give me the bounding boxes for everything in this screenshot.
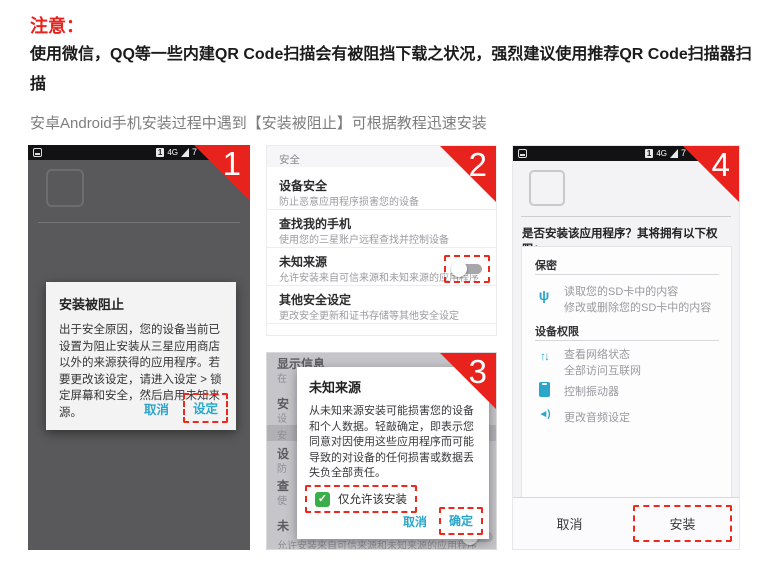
screenshot-step4: 1 4G 7 是否安装该应用程序？其将拥有以下权限： 保密 ψ 读取您的SD卡中… bbox=[512, 145, 740, 550]
row-title: 设备安全 bbox=[279, 177, 327, 194]
settings-row-device-security[interactable]: 设备安全 防止恶意应用程序损害您的设备 bbox=[267, 172, 496, 210]
battery-percent: 7 bbox=[681, 149, 686, 158]
step-number: 4 bbox=[712, 147, 730, 183]
bg-row-title: 未 bbox=[277, 517, 289, 534]
step-number: 2 bbox=[469, 147, 487, 183]
row-title: 查找我的手机 bbox=[279, 215, 351, 232]
notice-body: 使用微信，QQ等一些内建QR Code扫描会有被阻挡下载之状况，强烈建议使用推荐… bbox=[30, 40, 752, 100]
battery-percent: 7 bbox=[192, 148, 197, 157]
divider bbox=[535, 274, 719, 275]
allow-once-checkbox[interactable]: ✓ bbox=[315, 492, 330, 507]
step-number: 3 bbox=[469, 354, 487, 390]
vibration-icon bbox=[539, 382, 550, 397]
divider bbox=[38, 222, 240, 223]
highlight-box-toggle bbox=[444, 255, 490, 283]
ok-button[interactable]: 确定 bbox=[449, 514, 473, 528]
permission-text: 控制振动器 bbox=[564, 383, 619, 399]
page: 注意： 使用微信，QQ等一些内建QR Code扫描会有被阻挡下载之状况，强烈建议… bbox=[0, 0, 767, 570]
install-button-cell: 安装 bbox=[626, 498, 739, 549]
device-section-header: 设备权限 bbox=[535, 323, 579, 339]
dialog-title: 安装被阻止 bbox=[59, 294, 223, 313]
divider bbox=[521, 216, 731, 217]
highlight-box-install: 安装 bbox=[633, 505, 731, 542]
row-subtitle: 更改安全更新和证书存储等其他安全设定 bbox=[279, 307, 459, 322]
app-icon-placeholder bbox=[529, 170, 565, 206]
bg-row-subtitle: 使 bbox=[277, 492, 287, 507]
settings-row-other-security[interactable]: 其他安全设定 更改安全更新和证书存储等其他安全设定 bbox=[267, 286, 496, 324]
permission-text: 修改或删除您的SD卡中的内容 bbox=[564, 299, 711, 315]
row-title: 其他安全设定 bbox=[279, 291, 351, 308]
dialog-button-bar: 取消 安装 bbox=[513, 497, 739, 549]
app-icon-placeholder bbox=[46, 169, 84, 207]
sim-badge: 1 bbox=[156, 148, 164, 157]
highlight-box-settings: 设定 bbox=[183, 393, 228, 423]
screenshot-step3: 显示信息 在 安 设 安 设 防 查 使 未 允许安装来自可信来源和未知来源的应… bbox=[266, 352, 497, 550]
bg-row-subtitle: 在 bbox=[277, 370, 287, 385]
network-icon: ↑↓ bbox=[535, 349, 553, 363]
unknown-sources-toggle[interactable] bbox=[451, 261, 483, 277]
notice-subtitle: 安卓Android手机安装过程中遇到【安装被阻止】可根据教程迅速安装 bbox=[30, 112, 752, 133]
settings-row-unknown-sources[interactable]: 未知来源 允许安装来自可信来源和未知来源的应用程序 bbox=[267, 248, 496, 286]
settings-row-find-my-phone[interactable]: 查找我的手机 使用您的三星账户远程查找并控制设备 bbox=[267, 210, 496, 248]
install-blocked-dialog: 安装被阻止 出于安全原因，您的设备当前已设置为阻止安装从三星应用商店以外的来源获… bbox=[46, 282, 236, 430]
dialog-body: 从未知来源安装可能损害您的设备和个人数据。轻敲确定，即表示您同意对因使用这些应用… bbox=[309, 404, 477, 482]
cancel-button[interactable]: 取消 bbox=[395, 509, 435, 534]
permission-text: 读取您的SD卡中的内容 bbox=[564, 283, 678, 299]
usb-storage-icon: ψ bbox=[535, 287, 553, 303]
install-button[interactable]: 安装 bbox=[669, 517, 695, 532]
settings-card: 设备安全 防止恶意应用程序损害您的设备 查找我的手机 使用您的三星账户远程查找并… bbox=[267, 167, 496, 335]
permission-text: 全部访问互联网 bbox=[564, 362, 641, 378]
signal-icon bbox=[670, 149, 678, 158]
cancel-button[interactable]: 取消 bbox=[136, 395, 177, 422]
bg-row-subtitle: 防 bbox=[277, 460, 287, 475]
row-subtitle: 防止恶意应用程序损害您的设备 bbox=[279, 193, 419, 208]
audio-settings-icon: ◄) bbox=[535, 409, 553, 420]
network-type-icon: 4G bbox=[656, 149, 667, 158]
divider bbox=[535, 340, 719, 341]
privacy-section-header: 保密 bbox=[535, 257, 557, 273]
row-subtitle: 使用您的三星账户远程查找并控制设备 bbox=[279, 231, 449, 246]
screenshot-icon bbox=[33, 148, 42, 157]
screenshot-step1: 1 4G 7 安装被阻止 出于安全原因，您的设备当前已设置为阻止安装从三星应用商… bbox=[28, 145, 250, 550]
row-title: 未知来源 bbox=[279, 253, 327, 270]
settings-button[interactable]: 设定 bbox=[193, 402, 218, 416]
cancel-button[interactable]: 取消 bbox=[513, 498, 626, 549]
permission-text: 查看网络状态 bbox=[564, 346, 630, 362]
dialog-title: 未知来源 bbox=[309, 377, 477, 396]
bg-section-label: 安 bbox=[277, 427, 287, 442]
notice-title: 注意： bbox=[30, 12, 84, 38]
unknown-sources-dialog: 未知来源 从未知来源安装可能损害您的设备和个人数据。轻敲确定，即表示您同意对因使… bbox=[297, 367, 489, 539]
signal-icon bbox=[181, 148, 189, 157]
screen-title: 安全 bbox=[279, 152, 300, 167]
highlight-box-ok: 确定 bbox=[439, 507, 483, 535]
step-number: 1 bbox=[223, 146, 241, 182]
checkbox-label: 仅允许该安装 bbox=[338, 491, 407, 507]
permission-text: 更改音频设定 bbox=[564, 409, 630, 425]
network-type-icon: 4G bbox=[167, 148, 178, 157]
screenshot-step2: 安全 设备安全 防止恶意应用程序损害您的设备 查找我的手机 使用您的三星账户远程… bbox=[266, 145, 497, 336]
permissions-card: 保密 ψ 读取您的SD卡中的内容 修改或删除您的SD卡中的内容 设备权限 ↑↓ … bbox=[521, 246, 732, 498]
sim-badge: 1 bbox=[645, 149, 653, 158]
bg-row-subtitle: 设 bbox=[277, 410, 287, 425]
screenshot-icon bbox=[518, 149, 527, 158]
